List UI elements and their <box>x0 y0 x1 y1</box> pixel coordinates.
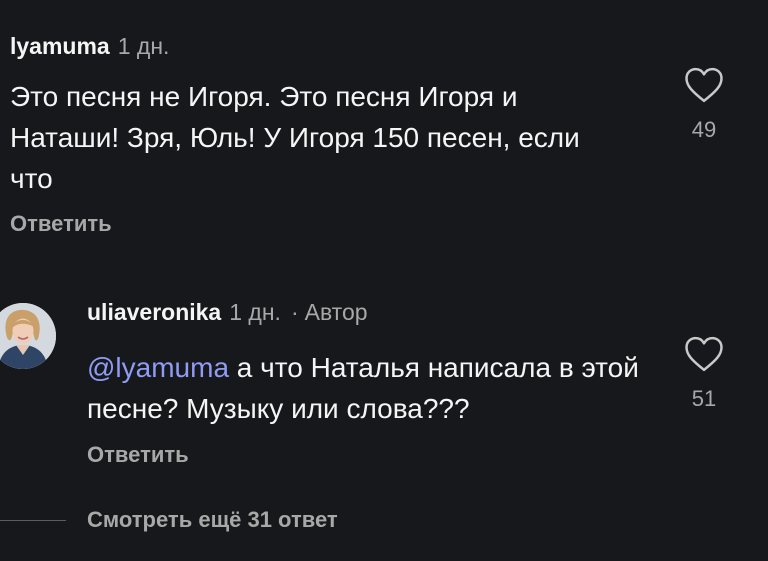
like-control: 51 <box>676 335 732 412</box>
meta-separator: · <box>290 299 299 325</box>
comment-item: lyamuma 1 дн. Это песня не Игоря. Это пес… <box>0 0 768 250</box>
comment-time: 1 дн. <box>229 299 281 325</box>
comment-meta: uliaveronika 1 дн. · Автор <box>87 298 368 326</box>
avatar-photo <box>0 303 56 369</box>
comment-meta: lyamuma 1 дн. <box>10 32 169 60</box>
like-control: 49 <box>676 66 732 143</box>
like-count: 51 <box>691 386 717 411</box>
reply-comment-item: uliaveronika 1 дн. · Автор @lyamuma а что Н… <box>0 290 768 490</box>
like-count: 49 <box>691 117 717 142</box>
mention-link[interactable]: @lyamuma <box>87 352 229 383</box>
thread-line <box>0 520 66 521</box>
comment-text: @lyamuma а что Наталья написала в этой п… <box>87 347 657 429</box>
author-badge: Автор <box>304 299 368 325</box>
reply-button[interactable]: Ответить <box>10 211 112 237</box>
view-more-button[interactable]: Смотреть ещё 31 ответ <box>87 507 338 533</box>
comment-username[interactable]: lyamuma <box>10 33 110 59</box>
heart-icon[interactable] <box>684 335 724 373</box>
view-more-replies: Смотреть ещё 31 ответ <box>0 505 500 537</box>
heart-icon[interactable] <box>684 66 724 104</box>
comment-time: 1 дн. <box>117 33 170 59</box>
reply-button[interactable]: Ответить <box>87 442 189 468</box>
comment-username[interactable]: uliaveronika <box>87 299 221 325</box>
avatar[interactable] <box>0 303 56 369</box>
comment-text: Это песня не Игоря. Это песня Игоря и На… <box>10 81 580 194</box>
